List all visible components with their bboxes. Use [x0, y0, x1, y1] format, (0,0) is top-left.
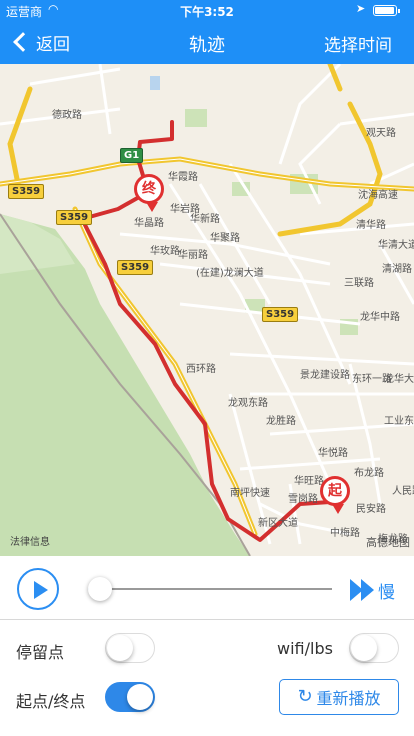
street-label: 龙观东路 — [228, 398, 268, 409]
back-label: 返回 — [36, 34, 70, 55]
street-label: 南坪快速 — [230, 488, 270, 499]
start-end-toggle[interactable] — [105, 682, 155, 712]
street-label: 雪岗路 — [288, 494, 318, 505]
street-label: 西环路 — [186, 364, 216, 375]
replay-icon: ↻ — [297, 686, 313, 707]
top-bar: 运营商 ◠ 下午3:52 ➤ 返回 轨迹 选择时间 — [0, 0, 414, 64]
start-point-marker[interactable]: 起 — [320, 476, 350, 514]
street-label: 华玫路 — [150, 246, 180, 257]
street-label: 龙胜路 — [266, 416, 296, 427]
street-label: 龙华大道 — [384, 374, 414, 385]
map-brand-logo: 高德地图 — [366, 536, 410, 549]
street-label: 华旺路 — [294, 476, 324, 487]
street-label: 清华路 — [356, 220, 386, 231]
street-label: 新区大道 — [258, 518, 298, 529]
street-label: 德政路 — [52, 110, 82, 121]
slider-track — [88, 588, 332, 590]
road-shield: S359 — [56, 210, 93, 225]
street-label: 华新路 — [190, 214, 220, 225]
street-label: 中梅路 — [330, 528, 360, 539]
back-button[interactable]: 返回 — [10, 28, 70, 56]
legal-info-link[interactable]: 法律信息 — [10, 533, 50, 548]
speed-label: 慢 — [378, 582, 395, 603]
street-label: 观天路 — [366, 128, 396, 139]
nav-bar: 返回 轨迹 选择时间 — [0, 20, 414, 64]
playback-progress-slider[interactable] — [78, 577, 332, 601]
road-shield: S359 — [8, 184, 45, 199]
map-view[interactable]: S359 S359 S359 S359 G1 德政路 华霞路 华岩路 华新路 华… — [0, 64, 414, 556]
street-label: 景龙建设路 — [300, 370, 350, 381]
street-label: 三联路 — [344, 278, 374, 289]
expressway-shield: G1 — [120, 148, 144, 163]
replay-label: 重新播放 — [316, 689, 381, 708]
track-playback-screen: 运营商 ◠ 下午3:52 ➤ 返回 轨迹 选择时间 S359 S359 S359… — [0, 0, 414, 736]
street-label: 华聚路 — [210, 233, 240, 244]
stop-points-label: 停留点 — [16, 643, 65, 662]
status-bar: 运营商 ◠ 下午3:52 ➤ — [0, 0, 414, 20]
street-label: 华清大道 — [378, 240, 414, 251]
street-label: 民安路 — [356, 504, 386, 515]
wifi-lbs-toggle[interactable] — [349, 633, 399, 663]
stop-points-toggle[interactable] — [105, 633, 155, 663]
street-label: 华晶路 — [134, 218, 164, 229]
play-button[interactable] — [17, 568, 59, 610]
end-point-marker[interactable]: 终 — [134, 174, 164, 212]
fast-forward-icon — [350, 579, 374, 601]
street-label: (在建)龙澜大道 — [196, 268, 264, 279]
location-arrow-icon: ➤ — [356, 2, 366, 15]
clock: 下午3:52 — [180, 5, 234, 19]
street-label: 工业东路 — [384, 416, 414, 427]
toggle-knob — [351, 635, 377, 661]
street-label: 华霞路 — [168, 172, 198, 183]
street-label: 清湖路 — [382, 264, 412, 275]
select-time-button[interactable]: 选择时间 — [324, 31, 392, 56]
playback-controls: 慢 — [0, 556, 414, 620]
replay-button[interactable]: ↻ 重新播放 — [279, 679, 399, 715]
wifi-lbs-label: wifi/lbs — [277, 639, 333, 658]
start-end-label: 起点/终点 — [16, 692, 86, 711]
map-canvas — [0, 64, 414, 556]
slider-thumb[interactable] — [88, 577, 113, 601]
chevron-left-icon — [13, 32, 33, 52]
battery-icon — [373, 5, 400, 16]
play-icon — [34, 581, 48, 599]
road-shield: S359 — [117, 260, 154, 275]
street-label: 人民路 — [392, 486, 414, 497]
street-label: 龙华中路 — [360, 312, 400, 323]
toggle-knob — [127, 684, 153, 710]
toggle-knob — [107, 635, 133, 661]
speed-button[interactable]: 慢 — [350, 578, 395, 603]
street-label: 沈海高速 — [358, 190, 398, 201]
street-label: 华丽路 — [178, 250, 208, 261]
road-shield: S359 — [262, 307, 299, 322]
street-label: 华悦路 — [318, 448, 348, 459]
street-label: 布龙路 — [354, 468, 384, 479]
